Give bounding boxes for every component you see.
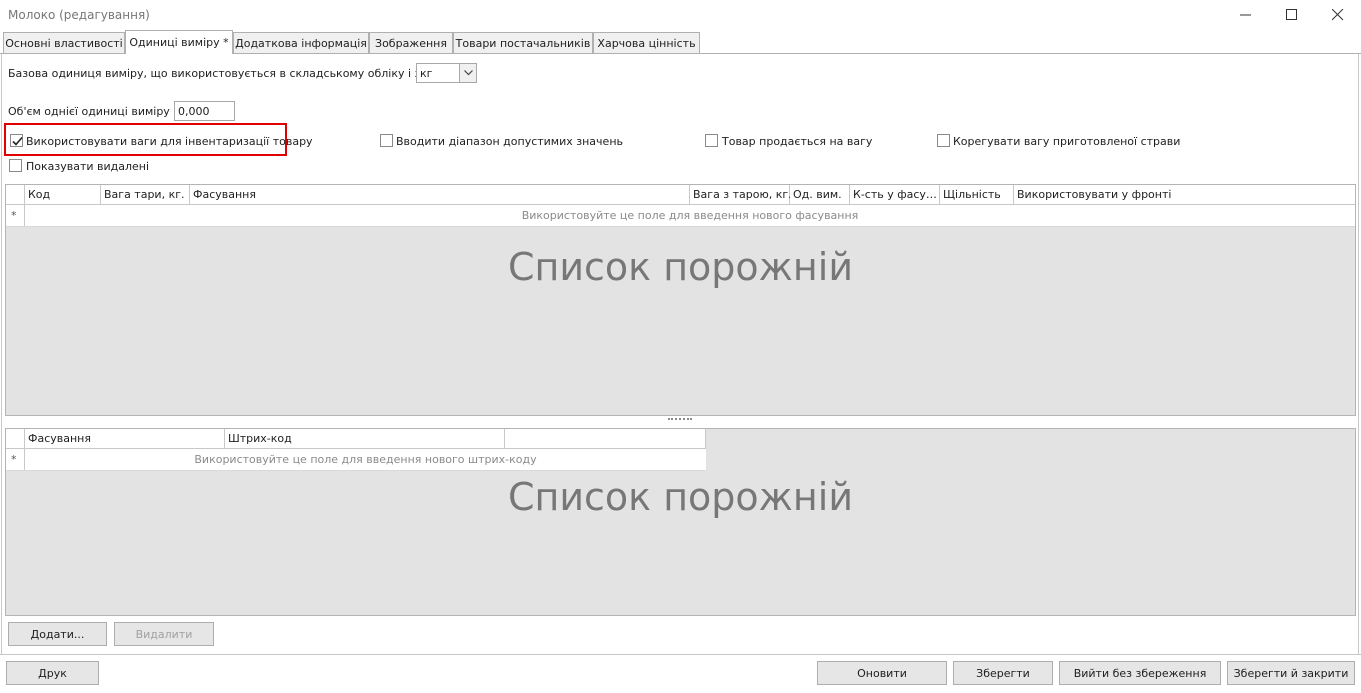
new-packaging-hint: Використовуйте це поле для введення ново… — [521, 209, 859, 222]
window-title: Молоко (редагування) — [8, 8, 150, 22]
chevron-down-icon — [464, 70, 473, 76]
column-header[interactable]: Використовувати у фронті — [1014, 185, 1355, 205]
column-header[interactable] — [505, 429, 706, 449]
show-deleted-checkbox[interactable] — [9, 159, 22, 172]
use-scales-checkbox[interactable] — [10, 134, 23, 147]
sold-by-weight-label: Товар продається на вагу — [722, 135, 873, 148]
value-range-checkbox[interactable] — [380, 134, 393, 147]
checkmark-icon — [12, 136, 23, 146]
minimize-button[interactable] — [1223, 0, 1269, 30]
close-button[interactable] — [1315, 0, 1361, 30]
base-unit-value: кг — [420, 67, 433, 80]
maximize-icon — [1286, 9, 1297, 20]
new-row-marker: * — [6, 449, 25, 470]
tab-images[interactable]: Зображення — [369, 32, 453, 53]
minimize-icon — [1240, 14, 1251, 16]
dropdown-arrow[interactable] — [459, 64, 476, 82]
adjust-weight-checkbox[interactable] — [937, 134, 950, 147]
column-header[interactable]: К-сть у фасу… — [850, 185, 940, 205]
title-bar: Молоко (редагування) — [0, 0, 1361, 30]
save-and-close-button[interactable]: Зберегти й закрити — [1227, 661, 1355, 685]
use-scales-label: Використовувати ваги для інвентаризації … — [26, 135, 313, 148]
packaging-grid: Код Вага тари, кг. Фасування Вага з таро… — [5, 184, 1356, 416]
tab-supplier-products[interactable]: Товари постачальників — [453, 32, 593, 53]
new-barcode-hint: Використовуйте це поле для введення ново… — [194, 453, 537, 466]
column-header[interactable]: Вага з тарою, кг. — [690, 185, 792, 205]
column-header[interactable]: Щільність — [940, 185, 1014, 205]
new-barcode-row[interactable]: * Використовуйте це поле для введення но… — [6, 449, 706, 471]
add-button[interactable]: Додати... — [8, 622, 107, 646]
exit-without-saving-button[interactable]: Вийти без збереження — [1059, 661, 1221, 685]
print-button[interactable]: Друк — [6, 661, 99, 685]
empty-list-text: Список порожній — [507, 245, 854, 289]
delete-button[interactable]: Видалити — [114, 622, 214, 646]
base-unit-dropdown[interactable]: кг — [416, 63, 477, 83]
tab-nutrition[interactable]: Харчова цінність — [593, 32, 700, 53]
refresh-button[interactable]: Оновити — [817, 661, 947, 685]
footer-divider — [0, 654, 1361, 655]
column-header[interactable]: Штрих-код — [225, 429, 505, 449]
empty-list-text: Список порожній — [507, 475, 854, 519]
tab-units[interactable]: Одиниці виміру * — [125, 30, 233, 54]
base-unit-label: Базова одиниця виміру, що використовуєть… — [8, 67, 470, 80]
maximize-button[interactable] — [1269, 0, 1315, 30]
volume-input[interactable]: 0,000 — [174, 101, 235, 121]
volume-label: Об'єм однієї одиниці виміру (л.). — [8, 105, 196, 118]
new-packaging-row[interactable]: * Використовуйте це поле для введення но… — [6, 205, 1355, 227]
column-header[interactable]: Од. вим. — [790, 185, 850, 205]
show-deleted-label: Показувати видалені — [26, 160, 150, 173]
save-button[interactable]: Зберегти — [953, 661, 1053, 685]
sold-by-weight-checkbox[interactable] — [705, 134, 718, 147]
barcode-grid: Фасування Штрих-код * Використовуйте це … — [5, 428, 1356, 616]
grid-splitter[interactable] — [668, 418, 692, 425]
new-row-marker: * — [6, 205, 25, 226]
grid-corner — [6, 429, 25, 449]
adjust-weight-label: Корегувати вагу приготовленої страви — [953, 135, 1181, 148]
column-header[interactable]: Фасування — [25, 429, 225, 449]
column-header[interactable]: Фасування — [190, 185, 690, 205]
column-header[interactable]: Код — [25, 185, 101, 205]
column-header[interactable]: Вага тари, кг. — [101, 185, 190, 205]
tab-additional-info[interactable]: Додаткова інформація — [233, 32, 369, 53]
tab-basic-properties[interactable]: Основні властивості — [3, 32, 125, 53]
grid-corner — [6, 185, 25, 205]
close-icon — [1332, 9, 1344, 21]
volume-value: 0,000 — [178, 105, 210, 118]
value-range-label: Вводити діапазон допустимих значень — [396, 135, 623, 148]
